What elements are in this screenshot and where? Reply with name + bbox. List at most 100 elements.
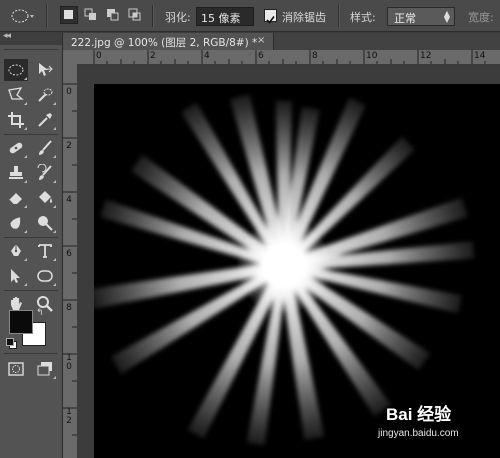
baidu-jingyan-logo: Bai 经验	[386, 405, 452, 424]
document-tab-bar: 222.jpg @ 100% (图层 2, RGB/8#) * ×	[63, 33, 500, 50]
type-icon	[38, 244, 52, 258]
ruler-label: 10	[366, 51, 378, 61]
ellipse-shape-tool[interactable]	[33, 265, 57, 287]
ruler-origin[interactable]	[63, 50, 78, 65]
document-tab-title: 222.jpg @ 100% (图层 2, RGB/8#) *	[71, 37, 258, 49]
ruler-label: 2	[150, 51, 156, 61]
ruler-label: 4	[204, 51, 210, 61]
toolbox-grip	[4, 49, 58, 50]
ruler-label: 6	[258, 51, 264, 61]
separator	[338, 5, 339, 27]
healing-brush-tool[interactable]	[4, 137, 28, 159]
crop-tool[interactable]	[4, 109, 28, 131]
new-selection-button[interactable]	[60, 6, 78, 24]
quick-mask-button[interactable]	[4, 358, 28, 380]
options-bar: 羽化: 15 像素 消除锯齿 样式: 正常 ▲ ▼ 宽度:	[0, 0, 500, 32]
ruler-label: 0	[66, 87, 72, 97]
intersect-selection-icon	[128, 8, 141, 21]
toolbox: ◂◂ ↰	[0, 31, 63, 458]
blur-tool[interactable]	[4, 212, 28, 234]
pen-tool[interactable]	[4, 240, 28, 262]
toolbox-header[interactable]: ◂◂	[0, 31, 62, 45]
ruler-label: 8	[66, 303, 72, 313]
add-to-selection-button[interactable]	[82, 6, 100, 24]
ellipse-marquee-icon	[11, 9, 34, 23]
collapse-icon: ◂◂	[3, 31, 11, 41]
add-selection-icon	[84, 8, 96, 20]
elliptical-marquee-icon	[8, 64, 24, 76]
ruler-label: 6	[66, 249, 72, 259]
screen-mode-button[interactable]	[33, 358, 57, 380]
eyedropper-tool[interactable]	[33, 109, 57, 131]
crop-icon	[8, 112, 24, 128]
ruler-label: 1 0	[66, 353, 72, 372]
screen-mode-icon	[37, 362, 52, 376]
quick-mask-icon	[8, 362, 24, 376]
updown-arrow-icon: ▲ ▼	[443, 9, 450, 24]
ruler-label: 8	[312, 51, 318, 61]
elliptical-marquee-tool[interactable]	[4, 59, 28, 81]
history-brush-tool[interactable]	[33, 162, 57, 184]
feather-label: 羽化:	[165, 11, 191, 24]
quick-selection-tool[interactable]	[33, 84, 57, 106]
checkmark-icon	[266, 16, 275, 24]
separator	[4, 290, 58, 291]
feather-input[interactable]: 15 像素	[196, 7, 254, 26]
separator	[46, 5, 47, 27]
ruler-ticks	[63, 83, 77, 436]
bandage-icon	[9, 142, 23, 154]
style-label: 样式:	[350, 11, 376, 24]
brush-icon	[39, 140, 52, 155]
document-tab[interactable]: 222.jpg @ 100% (图层 2, RGB/8#) * ×	[63, 33, 274, 50]
polygonal-lasso-tool[interactable]	[4, 84, 28, 106]
swap-colors-icon[interactable]: ↰	[36, 308, 44, 318]
style-select[interactable]: 正常 ▲ ▼	[387, 7, 455, 26]
path-selection-tool[interactable]	[4, 265, 28, 287]
stamp-icon	[9, 166, 23, 179]
vertical-ruler[interactable]: 0 2 4 6 8 1 0 1 2	[63, 64, 78, 458]
blur-drop-icon	[10, 217, 21, 229]
ellipse-shape-icon	[37, 270, 53, 282]
eraser-icon	[8, 193, 22, 205]
intersect-selection-button[interactable]	[126, 6, 144, 24]
dodge-tool[interactable]	[33, 212, 57, 234]
close-icon[interactable]: ×	[257, 35, 265, 46]
horizontal-ruler[interactable]: 0 2 4 6 8 10 12 14	[77, 50, 500, 65]
brush-tool[interactable]	[33, 137, 57, 159]
ruler-label: 4	[66, 195, 72, 205]
arrow-cursor-icon	[11, 269, 20, 283]
dodge-icon	[38, 216, 53, 231]
antialias-checkbox[interactable]	[264, 9, 277, 24]
pen-icon	[11, 244, 21, 256]
ruler-label: 12	[420, 51, 432, 61]
move-tool[interactable]	[33, 59, 57, 81]
new-selection-icon	[64, 10, 73, 19]
ruler-label: 14	[474, 51, 486, 61]
eyedropper-icon	[38, 113, 52, 127]
foreground-color-swatch[interactable]	[9, 310, 33, 334]
quick-selection-icon	[38, 88, 53, 102]
separator	[4, 134, 58, 135]
separator	[152, 5, 153, 27]
default-colors-icon[interactable]	[6, 338, 17, 349]
separator	[4, 237, 58, 238]
ruler-ticks	[93, 50, 486, 64]
tool-preset-picker[interactable]	[10, 7, 36, 25]
antialias-label: 消除锯齿	[282, 11, 326, 24]
width-label: 宽度:	[468, 11, 494, 24]
ruler-label: 0	[96, 51, 102, 61]
ruler-label: 2	[66, 141, 72, 151]
paint-bucket-tool[interactable]	[33, 187, 57, 209]
move-icon	[39, 63, 53, 76]
watermark-url: jingyan.baidu.com	[378, 428, 459, 439]
subtract-selection-icon	[107, 9, 119, 21]
polygonal-lasso-icon	[8, 87, 24, 100]
paint-bucket-icon	[39, 191, 52, 203]
history-brush-icon	[37, 164, 52, 180]
clone-stamp-tool[interactable]	[4, 162, 28, 184]
eraser-tool[interactable]	[4, 187, 28, 209]
type-tool[interactable]	[33, 240, 57, 262]
style-select-value: 正常	[394, 12, 416, 25]
subtract-from-selection-button[interactable]	[104, 6, 122, 24]
separator	[4, 353, 58, 354]
